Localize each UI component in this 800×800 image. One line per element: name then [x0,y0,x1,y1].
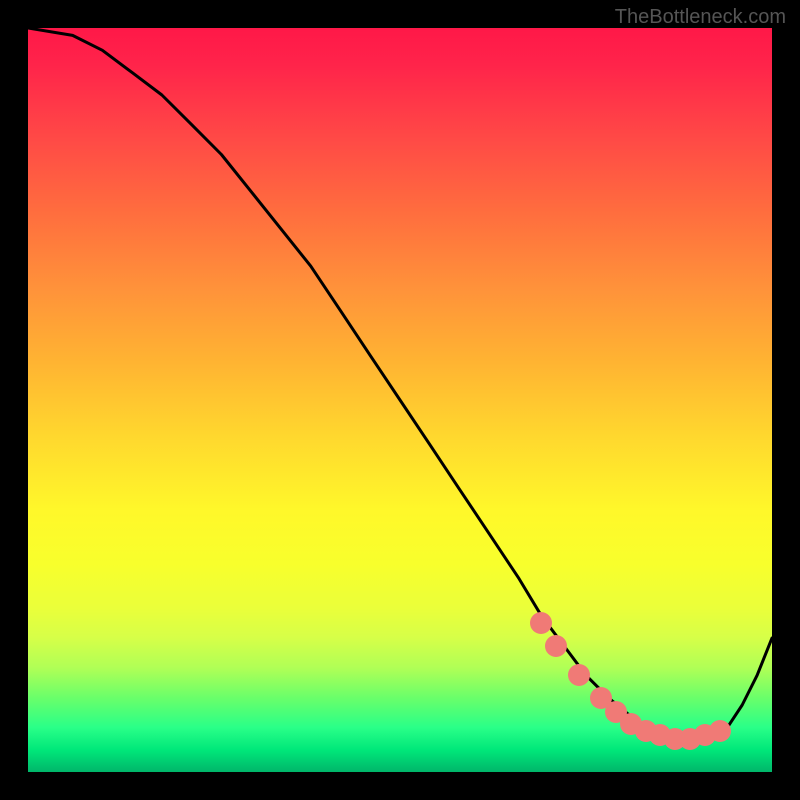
chart-curve [28,28,772,772]
watermark-text: TheBottleneck.com [615,6,786,29]
plot-area [28,28,772,772]
marker-dot [568,664,590,686]
marker-dot [709,720,731,742]
marker-dot [545,635,567,657]
marker-dot [530,612,552,634]
